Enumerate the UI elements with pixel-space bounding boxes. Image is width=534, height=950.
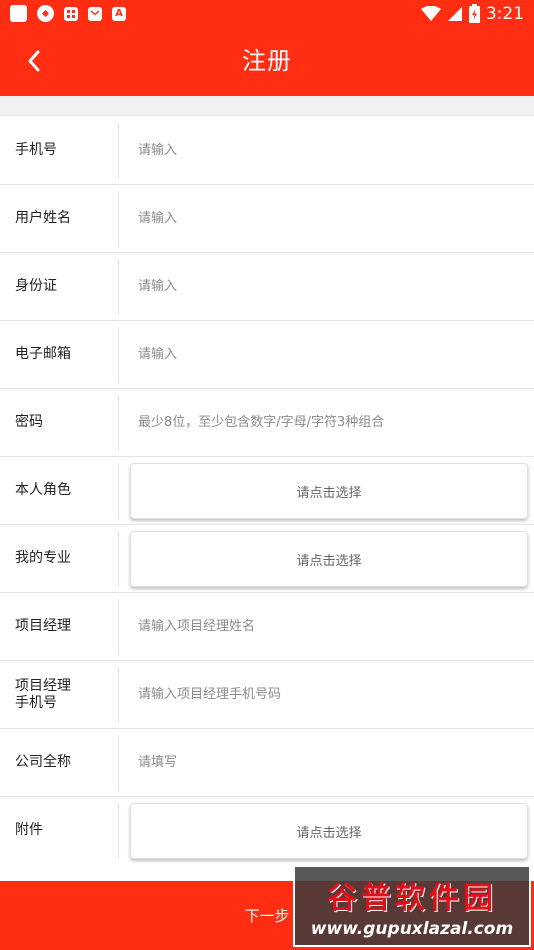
row-divider [118, 599, 119, 655]
form-row-attachment: 附件 请点击选择 [0, 797, 534, 865]
form-row-password: 密码 [0, 389, 534, 457]
app-a-icon: A [112, 6, 126, 21]
row-divider [118, 395, 119, 451]
phone-label: 手机号 [15, 142, 57, 158]
notification-icons: A [0, 5, 126, 22]
signal-icon [447, 6, 462, 21]
page-title: 注册 [242, 47, 292, 75]
form-row-id-card: 身份证 [0, 253, 534, 321]
row-divider [118, 735, 119, 791]
next-step-label: 下一步 [244, 907, 290, 925]
form-row-major: 我的专业 请点击选择 [0, 525, 534, 593]
form-row-role: 本人角色 请点击选择 [0, 457, 534, 525]
major-select-button[interactable]: 请点击选择 [130, 531, 528, 587]
attachment-select-button[interactable]: 请点击选择 [130, 803, 528, 859]
id-card-label: 身份证 [15, 278, 57, 294]
form-row-username: 用户姓名 [0, 185, 534, 253]
app-mail-icon [88, 6, 102, 21]
app-header: 注册 [0, 27, 534, 96]
form-row-phone: 手机号 [0, 117, 534, 185]
row-divider [118, 191, 119, 247]
watermark-line1: 谷普软件园 [327, 881, 497, 916]
form-row-pm-phone: 项目经理 手机号 [0, 661, 534, 729]
watermark-line2: www.gupuxlazal.com [310, 919, 514, 939]
username-input[interactable] [138, 185, 524, 252]
pm-name-input[interactable] [138, 593, 524, 660]
app-arrows-icon [37, 5, 54, 22]
company-label: 公司全称 [15, 754, 71, 770]
pm-phone-input[interactable] [138, 661, 524, 728]
role-label: 本人角色 [15, 482, 71, 498]
row-divider [118, 463, 119, 519]
form-row-company: 公司全称 [0, 729, 534, 797]
attachment-label: 附件 [15, 822, 43, 838]
app-grid-icon [64, 6, 78, 21]
row-divider [118, 327, 119, 383]
row-divider [118, 123, 119, 179]
major-label: 我的专业 [15, 550, 71, 566]
id-card-input[interactable] [138, 253, 524, 320]
section-gap [0, 96, 534, 116]
system-status: 3:21 [420, 0, 524, 27]
pm-phone-label-line1: 项目经理 [15, 677, 71, 694]
app-square-icon [10, 5, 27, 22]
watermark-logo: 谷普软件园 www.gupuxlazal.com [293, 865, 531, 947]
password-label: 密码 [15, 414, 43, 430]
phone-input[interactable] [138, 117, 524, 184]
email-input[interactable] [138, 321, 524, 388]
wifi-icon [420, 5, 441, 21]
company-input[interactable] [138, 729, 524, 796]
password-input[interactable] [138, 389, 524, 456]
register-form: 手机号 用户姓名 身份证 电子邮箱 密码 本人角色 请点击选择 我的专业 请点击… [0, 117, 534, 865]
username-label: 用户姓名 [15, 210, 71, 226]
pm-phone-label: 项目经理 手机号 [15, 661, 105, 728]
row-divider [118, 803, 119, 859]
clock: 3:21 [485, 3, 524, 24]
pm-phone-label-line2: 手机号 [15, 694, 57, 711]
battery-icon [468, 4, 480, 23]
row-divider [118, 531, 119, 587]
role-select-button[interactable]: 请点击选择 [130, 463, 528, 519]
form-row-pm-name: 项目经理 [0, 593, 534, 661]
pm-name-label: 项目经理 [15, 618, 71, 634]
status-bar: A 3:21 [0, 0, 534, 27]
form-row-email: 电子邮箱 [0, 321, 534, 389]
row-divider [118, 667, 119, 723]
row-divider [118, 259, 119, 315]
email-label: 电子邮箱 [15, 346, 71, 362]
